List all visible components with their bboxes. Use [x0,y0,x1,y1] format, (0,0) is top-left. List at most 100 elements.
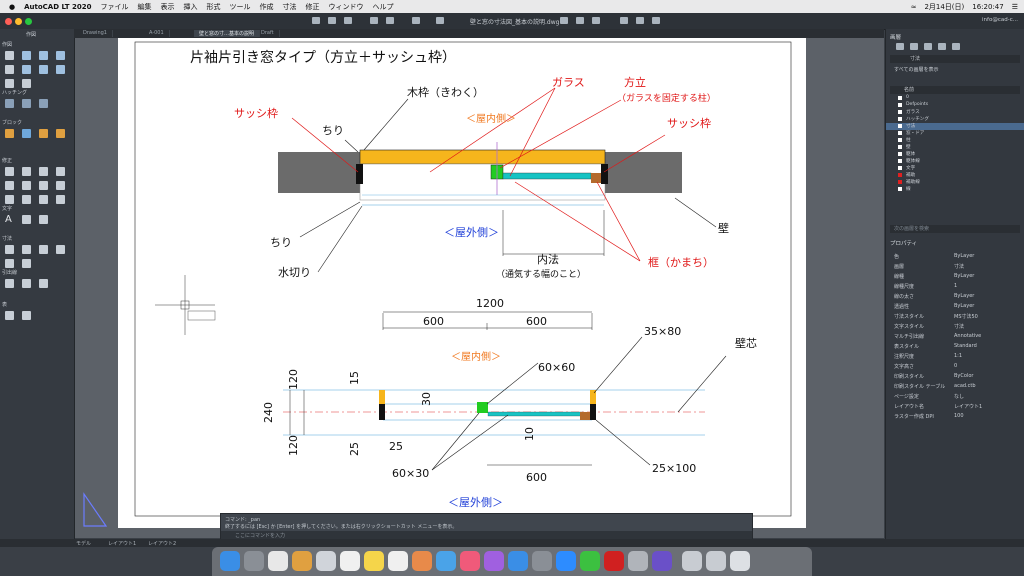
property-value[interactable]: MS寸法50 [954,313,978,320]
apple-icon[interactable]: ● [9,3,15,11]
menu-tools[interactable]: ツール [229,2,250,12]
calendar-icon[interactable] [340,551,360,571]
zoom-window-icon[interactable] [25,18,32,25]
property-row[interactable]: マルチ引出線 Annotative [890,333,1020,341]
finder-icon[interactable] [220,551,240,571]
affinity-icon[interactable] [652,551,672,571]
single-text-icon[interactable] [22,215,31,224]
layer-row[interactable]: Defpoints [886,102,1024,109]
chrome-icon[interactable] [268,551,288,571]
property-row[interactable]: 透過性 ByLayer [890,303,1020,311]
copy-tool-icon[interactable] [22,167,31,176]
edit-block-icon[interactable] [39,129,48,138]
add-leader-icon[interactable] [22,279,31,288]
block-attribute-icon[interactable] [56,129,65,138]
wifi-icon[interactable]: ≈ [911,3,917,11]
property-value[interactable]: 1:1 [954,353,962,359]
linear-dim-icon[interactable] [5,245,14,254]
menu-view[interactable]: 表示 [160,2,174,12]
menu-edit[interactable]: 編集 [137,2,151,12]
scale-tool-icon[interactable] [5,181,14,190]
section-dimension[interactable]: 寸法 [2,235,12,242]
menu-format[interactable]: 形式 [206,2,220,12]
layer-row[interactable]: ガラス [886,109,1024,116]
arc-tool-icon[interactable] [56,51,65,60]
property-value[interactable]: 0 [954,363,957,369]
section-table[interactable]: 表 [2,301,7,308]
layer-search-field[interactable]: 次の画層を検索 [890,225,1020,233]
snap-icon[interactable] [652,17,660,24]
property-value[interactable]: 寸法 [954,263,964,270]
property-value[interactable]: なし [954,393,964,400]
property-value[interactable]: ByLayer [954,273,974,279]
orbit-icon[interactable] [592,17,600,24]
layer-color-swatch[interactable] [898,166,902,170]
continue-dim-icon[interactable] [22,259,31,268]
property-row[interactable]: 画層 寸法 [890,263,1020,271]
menu-modify[interactable]: 修正 [305,2,319,12]
boundary-tool-icon[interactable] [39,99,48,108]
layer-color-swatch[interactable] [898,159,902,163]
move-tool-icon[interactable] [5,167,14,176]
redo-icon[interactable] [386,17,394,24]
layer-color-swatch[interactable] [898,145,902,149]
layer-row[interactable]: 窓・ドア [886,130,1024,137]
section-text[interactable]: 文字 [2,205,12,212]
pan-icon[interactable] [576,17,584,24]
section-modify[interactable]: 修正 [2,157,12,164]
property-row[interactable]: 文字高さ 0 [890,363,1020,371]
layer-color-swatch[interactable] [898,152,902,156]
minimize-window-icon[interactable] [15,18,22,25]
layer-filter[interactable]: すべての画層を表示 [890,66,1020,74]
photos-icon[interactable] [412,551,432,571]
property-value[interactable]: ByLayer [954,293,974,299]
property-value[interactable]: レイアウト1 [954,403,982,410]
layer-row[interactable]: 文字 [886,165,1024,172]
tab-model[interactable]: モデル [76,540,91,547]
mtext-tool-icon[interactable]: A [5,215,14,225]
angular-dim-icon[interactable] [39,245,48,254]
layer-row[interactable]: 寸法 [886,123,1024,130]
layout-icon[interactable] [620,17,628,24]
gradient-tool-icon[interactable] [22,99,31,108]
property-value[interactable]: ByLayer [954,253,974,259]
layer-row[interactable]: 躯体 [886,151,1024,158]
notes-icon[interactable] [364,551,384,571]
layer-row[interactable]: 線 [886,186,1024,193]
share-icon[interactable] [436,17,444,24]
save-icon[interactable] [344,17,352,24]
layer-row[interactable]: ハッチング [886,116,1024,123]
reminders-icon[interactable] [388,551,408,571]
property-row[interactable]: ページ設定 なし [890,393,1020,401]
section-draw[interactable]: 作図 [2,41,12,48]
spline-tool-icon[interactable] [56,65,65,74]
new-file-icon[interactable] [312,17,320,24]
mail-icon[interactable] [316,551,336,571]
tab-a001[interactable]: A-001 [144,30,170,37]
circle-tool-icon[interactable] [39,51,48,60]
section-leader[interactable]: 引出線 [2,269,17,276]
offset-tool-icon[interactable] [56,181,65,190]
property-row[interactable]: 色 ByLayer [890,253,1020,261]
menu-file[interactable]: ファイル [100,2,128,12]
undo-icon[interactable] [370,17,378,24]
property-row[interactable]: 線の太さ ByLayer [890,293,1020,301]
section-hatch[interactable]: ハッチング [2,89,27,96]
property-row[interactable]: 印刷スタイル ByColor [890,373,1020,381]
grid-icon[interactable] [636,17,644,24]
rectangle-tool-icon[interactable] [5,65,14,74]
preview-icon[interactable] [628,551,648,571]
app-store-icon[interactable] [508,551,528,571]
layer-freeze-icon[interactable] [938,43,946,50]
documents-folder-icon[interactable] [706,551,726,571]
text-style-icon[interactable] [39,215,48,224]
layer-color-swatch[interactable] [898,124,902,128]
tab-current-drawing[interactable]: 壁と窓の寸…基本の説明 [194,30,261,37]
music-icon[interactable] [460,551,480,571]
system-preferences-icon[interactable] [532,551,552,571]
layer-row[interactable]: 躯体線 [886,158,1024,165]
layer-row[interactable]: 補助 [886,172,1024,179]
downloads-folder-icon[interactable] [682,551,702,571]
menu-help[interactable]: ヘルプ [372,2,393,12]
layer-row[interactable]: 補助線 [886,179,1024,186]
